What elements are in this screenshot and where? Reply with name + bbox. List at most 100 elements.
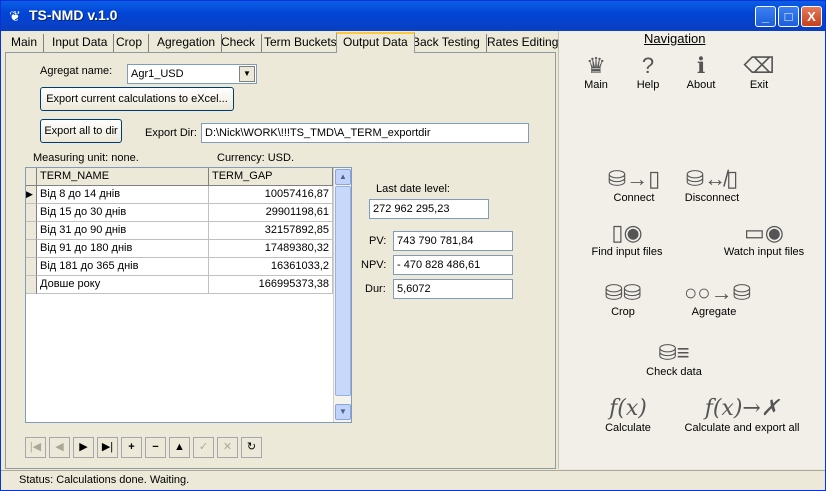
scrollbar-thumb[interactable] bbox=[335, 186, 351, 396]
row-indicator bbox=[26, 240, 37, 258]
cell-term-gap[interactable]: 166995373,38 bbox=[209, 276, 333, 294]
tab-main[interactable]: Main bbox=[5, 34, 45, 53]
cell-term-name[interactable]: Від 91 до 180 днів bbox=[37, 240, 209, 258]
cell-term-name[interactable]: Від 31 до 90 днів bbox=[37, 222, 209, 240]
dur-label: Dur: bbox=[365, 283, 386, 295]
maximize-button[interactable]: □ bbox=[778, 6, 799, 27]
tab-output-data[interactable]: Output Data bbox=[336, 32, 415, 53]
trash-icon: ⌫ bbox=[743, 53, 775, 78]
pv-field[interactable]: 743 790 781,84 bbox=[393, 231, 513, 251]
tab-term-buckets[interactable]: Term Buckets bbox=[258, 34, 344, 53]
find-input-files-button[interactable]: ▯◉ Find input files bbox=[579, 220, 675, 258]
pv-label: PV: bbox=[369, 235, 387, 247]
calculate-button[interactable]: f(x) Calculate bbox=[599, 396, 657, 434]
row-indicator bbox=[26, 276, 37, 294]
last-date-level-field[interactable]: 272 962 295,23 bbox=[369, 199, 489, 219]
crown-icon: ♛ bbox=[586, 53, 606, 78]
status-text: Status: Calculations done. Waiting. bbox=[19, 474, 190, 486]
title-bar[interactable]: ❦ TS-NMD v.1.0 _ □ X bbox=[1, 1, 825, 31]
info-icon: ℹ bbox=[696, 53, 706, 78]
connect-button[interactable]: ⛁→▯ Connect bbox=[599, 166, 669, 204]
cell-term-gap[interactable]: 29901198,61 bbox=[209, 204, 333, 222]
term-gap-grid[interactable]: TERM_NAME TERM_GAP ▶ Від 8 до 14 днів 10… bbox=[25, 167, 352, 423]
check-data-button[interactable]: ⛁≡ Check data bbox=[639, 340, 709, 378]
current-row-indicator-icon: ▶ bbox=[26, 186, 37, 204]
nav-cancel-icon[interactable]: ✕ bbox=[217, 437, 238, 458]
watch-input-files-button[interactable]: ▭◉ Watch input files bbox=[714, 220, 814, 258]
tab-input-data[interactable]: Input Data bbox=[46, 34, 115, 53]
column-header-term-name[interactable]: TERM_NAME bbox=[37, 168, 209, 186]
function-export-icon: f(x)→✗ bbox=[704, 396, 780, 421]
nav-insert-icon[interactable]: + bbox=[121, 437, 142, 458]
nav-edit-icon[interactable]: ▲ bbox=[169, 437, 190, 458]
agregat-name-select[interactable]: Agr1_USD ▼ bbox=[127, 64, 257, 84]
crop-button[interactable]: ⛁⛁ Crop bbox=[603, 280, 643, 318]
chevron-down-icon[interactable]: ▼ bbox=[239, 66, 255, 82]
export-all-button[interactable]: Export all to dir bbox=[40, 119, 122, 143]
table-row[interactable]: Від 91 до 180 днів 17489380,32 bbox=[26, 240, 333, 258]
npv-field[interactable]: - 470 828 486,61 bbox=[393, 255, 513, 275]
watch-file-icon: ▭◉ bbox=[744, 220, 784, 245]
status-bar: Status: Calculations done. Waiting. bbox=[1, 470, 825, 490]
table-row[interactable]: Від 31 до 90 днів 32157892,85 bbox=[26, 222, 333, 240]
export-excel-button[interactable]: Export current calculations to eXcel... bbox=[40, 87, 234, 111]
tab-agregation[interactable]: Agregation bbox=[151, 34, 223, 53]
calculate-export-button[interactable]: f(x)→✗ Calculate and export all bbox=[683, 396, 801, 434]
nav-refresh-icon[interactable]: ↻ bbox=[241, 437, 262, 458]
export-dir-input[interactable]: D:\Nick\WORK\!!!TS_TMD\A_TERM_exportdir bbox=[201, 123, 529, 143]
cell-term-name[interactable]: Довше року bbox=[37, 276, 209, 294]
cell-term-name[interactable]: Від 8 до 14 днів bbox=[37, 186, 209, 204]
disconnect-button[interactable]: ⛁↮▯ Disconnect bbox=[677, 166, 747, 204]
nav-next-icon[interactable]: ▶ bbox=[73, 437, 94, 458]
cell-term-name[interactable]: Від 181 до 365 днів bbox=[37, 258, 209, 276]
row-indicator bbox=[26, 204, 37, 222]
crop-icon: ⛁⛁ bbox=[604, 280, 642, 305]
tab-crop[interactable]: Crop bbox=[110, 34, 150, 53]
agregate-icon: ○○→⛁ bbox=[684, 280, 752, 305]
cell-term-gap[interactable]: 10057416,87 bbox=[209, 186, 333, 204]
close-button[interactable]: X bbox=[801, 6, 822, 27]
nav-post-icon[interactable]: ✓ bbox=[193, 437, 214, 458]
db-connect-icon: ⛁→▯ bbox=[607, 166, 661, 191]
table-row[interactable]: Довше року 166995373,38 bbox=[26, 276, 333, 294]
tab-back-testing[interactable]: Back Testing bbox=[406, 34, 487, 53]
main-nav-button[interactable]: ♛ Main bbox=[579, 53, 613, 91]
tab-check[interactable]: Check bbox=[215, 34, 263, 53]
nav-last-icon[interactable]: ▶| bbox=[97, 437, 118, 458]
function-icon: f(x) bbox=[609, 396, 647, 421]
app-icon: ❦ bbox=[9, 8, 21, 24]
check-data-icon: ⛁≡ bbox=[658, 340, 690, 365]
table-row[interactable]: ▶ Від 8 до 14 днів 10057416,87 bbox=[26, 186, 333, 204]
navigation-panel: Navigation ♛ Main ? Help ℹ About ⌫ Exit … bbox=[558, 31, 825, 469]
cell-term-gap[interactable]: 16361033,2 bbox=[209, 258, 333, 276]
cell-term-gap[interactable]: 32157892,85 bbox=[209, 222, 333, 240]
nav-delete-icon[interactable]: − bbox=[145, 437, 166, 458]
scroll-up-icon[interactable]: ▲ bbox=[335, 169, 351, 185]
cell-term-gap[interactable]: 17489380,32 bbox=[209, 240, 333, 258]
output-data-panel: Agregat name: Agr1_USD ▼ Export current … bbox=[5, 52, 556, 469]
cell-term-name[interactable]: Від 15 до 30 днів bbox=[37, 204, 209, 222]
window-title: TS-NMD v.1.0 bbox=[29, 7, 118, 23]
row-indicator bbox=[26, 258, 37, 276]
agregat-name-value: Agr1_USD bbox=[131, 68, 184, 80]
last-date-level-label: Last date level: bbox=[376, 183, 450, 195]
row-indicator bbox=[26, 222, 37, 240]
exit-nav-button[interactable]: ⌫ Exit bbox=[742, 53, 776, 91]
db-disconnect-icon: ⛁↮▯ bbox=[685, 166, 739, 191]
column-header-term-gap[interactable]: TERM_GAP bbox=[209, 168, 333, 186]
grid-vertical-scrollbar[interactable]: ▲ ▼ bbox=[333, 168, 351, 422]
dur-field[interactable]: 5,6072 bbox=[393, 279, 513, 299]
tab-rates-editing[interactable]: Rates Editing bbox=[481, 34, 566, 53]
help-nav-button[interactable]: ? Help bbox=[631, 53, 665, 91]
npv-label: NPV: bbox=[361, 259, 387, 271]
minimize-button[interactable]: _ bbox=[755, 6, 776, 27]
nav-prior-icon[interactable]: ◀ bbox=[49, 437, 70, 458]
agregate-button[interactable]: ○○→⛁ Agregate bbox=[684, 280, 752, 318]
question-icon: ? bbox=[641, 53, 655, 78]
nav-first-icon[interactable]: |◀ bbox=[25, 437, 46, 458]
about-nav-button[interactable]: ℹ About bbox=[681, 53, 721, 91]
find-file-icon: ▯◉ bbox=[611, 220, 643, 245]
table-row[interactable]: Від 181 до 365 днів 16361033,2 bbox=[26, 258, 333, 276]
table-row[interactable]: Від 15 до 30 днів 29901198,61 bbox=[26, 204, 333, 222]
scroll-down-icon[interactable]: ▼ bbox=[335, 404, 351, 420]
